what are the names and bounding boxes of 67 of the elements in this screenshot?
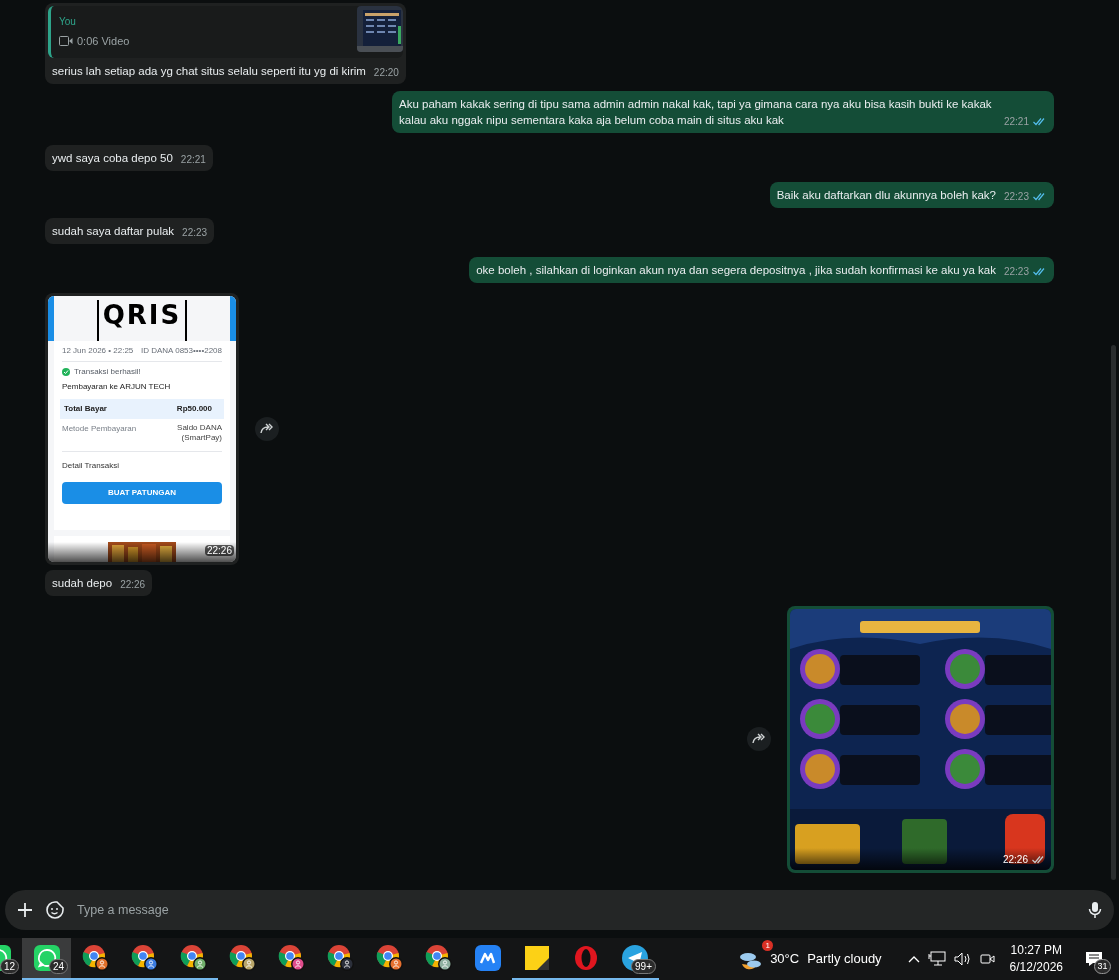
- message-time: 22:20: [373, 66, 399, 79]
- count-badge: 99+: [631, 959, 656, 974]
- volume-icon[interactable]: [953, 952, 972, 966]
- taskbar-app[interactable]: 12: [0, 938, 22, 980]
- weather-condition[interactable]: Partly cloudy: [807, 949, 882, 969]
- message-time: 22:26: [1002, 852, 1028, 867]
- method-label: Metode Pembayaran: [62, 422, 137, 435]
- message-text: oke boleh , silahkan di loginkan akun nya dan segera depositnya , jika sudah konfirmasi ke aku ya kak: [476, 262, 996, 278]
- message-time: 22:26: [204, 544, 234, 556]
- details-text: Detail Transaksi: [62, 459, 120, 472]
- payee-text: Pembayaran ke ARJUN TECH: [62, 380, 172, 393]
- image-message[interactable]: 22:26: [787, 605, 1054, 873]
- image-message[interactable]: QRIS 12 Jun 2026 • 22:25 ID DANA 0853••••2208 Transaksi berhasil! Pembayaran ke ARJUN TECH Total Bayar Rp50.000 Metode Pembayaran Saldo DANA (SmartPay) Detail Transaksi BUAT PATUNGAN 22:26: [45, 292, 239, 565]
- taskbar-app[interactable]: 99+: [610, 938, 659, 980]
- chevron-up-icon[interactable]: [907, 955, 920, 963]
- weather-temperature[interactable]: 30°C: [770, 949, 800, 969]
- browser-icon: [326, 944, 355, 972]
- browser-icon: [375, 944, 404, 972]
- browser-icon: [81, 944, 110, 972]
- network-icon[interactable]: [927, 951, 946, 967]
- method-text: Saldo DANA: [177, 422, 222, 433]
- plus-icon[interactable]: [17, 902, 33, 918]
- total-amount: Rp50.000: [176, 402, 212, 415]
- count-badge: 12: [0, 959, 19, 974]
- forward-icon[interactable]: [255, 416, 279, 441]
- account-id: ID DANA 0853••••2208: [140, 344, 222, 357]
- message-field[interactable]: Type a message: [5, 890, 1114, 930]
- message-time: 22:23: [182, 226, 208, 239]
- camera-icon[interactable]: [979, 951, 996, 967]
- video-camera-icon: [59, 36, 73, 47]
- quote-media: 0:06 Video: [77, 34, 130, 49]
- quote-author: You: [59, 15, 77, 29]
- clock-time: 10:27 PM: [1010, 942, 1062, 959]
- message-text: Baik aku daftarkan dlu akunnya boleh kak?: [776, 187, 996, 203]
- message-text: ywd saya coba depo 50: [52, 150, 173, 166]
- message-time: 22:23: [1003, 190, 1029, 203]
- message-time: 22:21: [180, 153, 206, 166]
- message-text: sudah saya daftar pulak: [52, 223, 175, 239]
- taskbar-app[interactable]: 24: [22, 938, 71, 980]
- message-text: Aku paham kakak sering di tipu sama admin admin nakal kak, tapi ya gimana cara nya aku bisa kasih bukti ke kakak kalau aku nggak nipu sementara kaka aja belum coba main di situs aku kak: [399, 96, 993, 128]
- message-time: 22:23: [1003, 265, 1029, 278]
- scrollbar[interactable]: [1111, 345, 1116, 880]
- task-app-icon: [474, 945, 501, 971]
- browser-icon: [424, 944, 453, 972]
- notification-count: 31: [1094, 959, 1111, 974]
- message-text: serius lah setiap ada yg chat situs selalu seperti itu yg di kirim: [52, 63, 366, 79]
- message-text: sudah depo: [52, 575, 113, 591]
- browser-icon: [277, 944, 306, 972]
- message-time: 22:21: [1003, 115, 1029, 128]
- browser-icon: [228, 944, 257, 972]
- message-time: 22:26: [120, 578, 146, 591]
- sticky-note-icon: [524, 946, 549, 970]
- method-text: (SmartPay): [181, 432, 222, 443]
- opera-icon: [572, 945, 599, 971]
- clock[interactable]: 10:27 PM 6/12/2026: [1009, 942, 1063, 976]
- message-input[interactable]: Type a message: [77, 900, 1076, 920]
- total-label: Total Bayar: [64, 402, 107, 415]
- clock-date: 6/12/2026: [1009, 959, 1063, 976]
- status-text: Transaksi berhasil!: [74, 365, 141, 378]
- check-circle-icon: [62, 367, 70, 376]
- microphone-icon[interactable]: [1088, 901, 1102, 919]
- transaction-date: 12 Jun 2026 • 22:25: [62, 344, 134, 357]
- browser-icon: [130, 944, 159, 972]
- sticker-icon[interactable]: [45, 900, 65, 920]
- weather-badge: 1: [762, 940, 774, 951]
- browser-icon: [179, 944, 208, 972]
- forward-icon[interactable]: [747, 727, 771, 751]
